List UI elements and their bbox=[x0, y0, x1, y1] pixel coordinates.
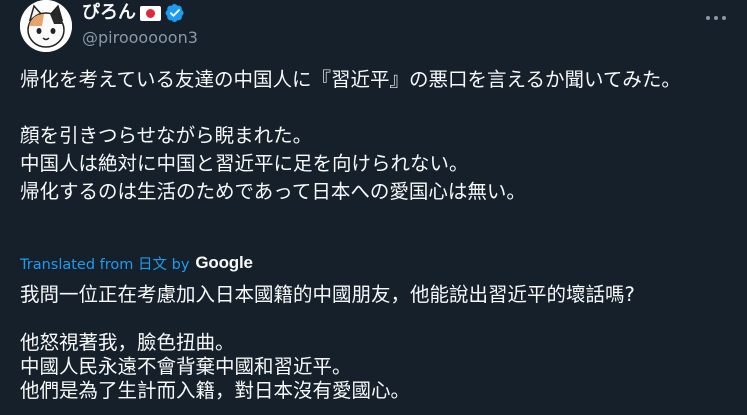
author-name-row: ぴろん bbox=[82, 2, 185, 24]
japan-flag-icon bbox=[140, 5, 161, 21]
more-options-icon[interactable] bbox=[703, 8, 729, 28]
dot-icon bbox=[714, 16, 718, 20]
avatar[interactable] bbox=[20, 0, 72, 52]
author-handle[interactable]: @piroooooon3 bbox=[82, 28, 198, 48]
translated-text: 我問一位正在考慮加入日本國籍的中國朋友，他能說出習近平的壞話嗎? 他怒視著我，臉… bbox=[20, 283, 635, 402]
tweet-text: 帰化を考えている友達の中国人に『習近平』の悪口を言えるか聞いてみた。 顔を引きつ… bbox=[20, 68, 681, 203]
dot-icon bbox=[706, 16, 710, 20]
translated-from-link[interactable]: Translated from 日文 by bbox=[20, 253, 189, 274]
dot-icon bbox=[722, 16, 726, 20]
display-name[interactable]: ぴろん bbox=[82, 2, 136, 24]
tweet-card: ぴろん @piroooooon3 帰化を考えている友達の中国人に『習近平』の悪口… bbox=[0, 0, 747, 415]
calico-cat-avatar-icon bbox=[20, 0, 72, 52]
tweet-header: ぴろん @piroooooon3 bbox=[20, 0, 731, 58]
translation-attribution: Translated from 日文 by Google bbox=[20, 252, 253, 274]
google-logo: Google bbox=[195, 253, 253, 272]
verified-badge-icon bbox=[165, 4, 184, 22]
